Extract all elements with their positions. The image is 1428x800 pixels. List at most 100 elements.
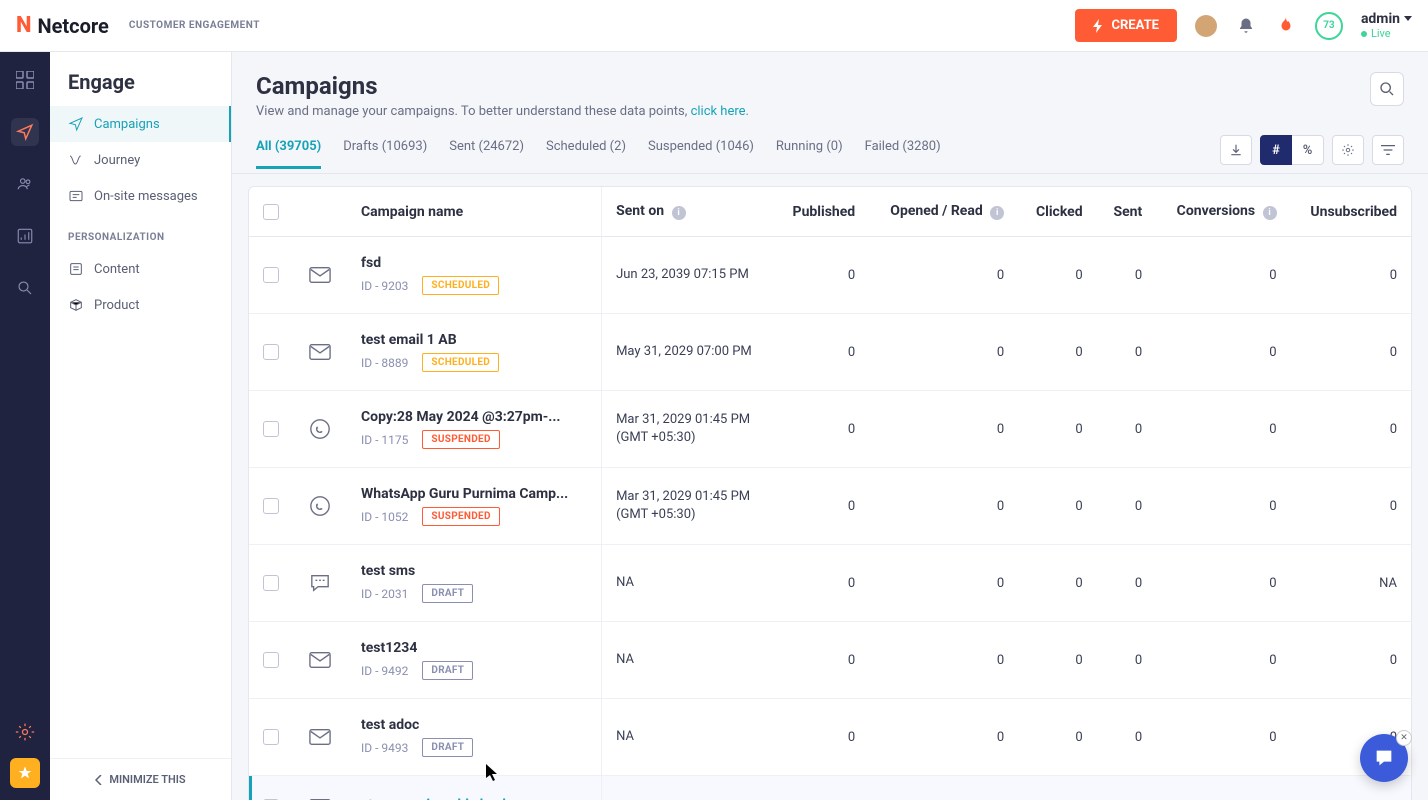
- flame-icon[interactable]: [1275, 15, 1297, 37]
- sidebar-item-product[interactable]: Product: [50, 287, 231, 323]
- campaign-id: ID - 9203: [361, 279, 408, 293]
- chat-icon: [1373, 747, 1395, 769]
- rail-settings[interactable]: [11, 718, 39, 746]
- avatar-icon[interactable]: [1195, 15, 1217, 37]
- lightning-icon: [1093, 19, 1103, 33]
- info-icon[interactable]: i: [1263, 206, 1277, 220]
- rail-star[interactable]: [10, 758, 40, 788]
- email-icon: [307, 339, 333, 365]
- tabs-row: All (39705) Drafts (10693) Sent (24672) Sch…: [232, 119, 1428, 174]
- col-clicked[interactable]: Clicked: [1018, 187, 1096, 237]
- status-dot-icon: [1361, 31, 1367, 37]
- score-badge[interactable]: 73: [1315, 12, 1343, 40]
- row-checkbox[interactable]: [263, 421, 279, 437]
- sent-on-value: May 31, 2029 07:00 PM: [616, 343, 760, 361]
- table-row[interactable]: test1234ID - 9492DRAFTNA000000: [249, 622, 1411, 699]
- tab-running[interactable]: Running (0): [776, 139, 843, 169]
- sidebar-item-journey[interactable]: Journey: [50, 142, 231, 178]
- col-unsubscribed[interactable]: Unsubscribed: [1291, 187, 1411, 237]
- settings-button[interactable]: [1332, 135, 1364, 165]
- sidebar-item-content[interactable]: Content: [50, 251, 231, 287]
- campaigns-table: Campaign name Sent on i Published Opened…: [248, 186, 1412, 800]
- campaign-name: WhatsApp Guru Purnima Camp...: [361, 486, 571, 502]
- table-row[interactable]: test adocID - 9493DRAFTNA000000: [249, 699, 1411, 776]
- download-button[interactable]: [1220, 135, 1252, 165]
- minimize-button[interactable]: MINIMIZE THIS: [50, 758, 231, 800]
- table-row[interactable]: sto campaign old check⋮Jul 24, 2024 11:1…: [249, 776, 1411, 800]
- row-checkbox[interactable]: [263, 267, 279, 283]
- status-badge: DRAFT: [422, 584, 473, 603]
- row-checkbox[interactable]: [263, 575, 279, 591]
- col-sent-on[interactable]: Sent on i: [602, 187, 774, 237]
- percent-toggle[interactable]: %: [1292, 135, 1324, 165]
- select-all-checkbox[interactable]: [263, 204, 279, 220]
- filter-button[interactable]: [1372, 135, 1404, 165]
- sent-value: 0: [1097, 545, 1157, 622]
- nav-icon: [68, 297, 84, 313]
- info-icon[interactable]: i: [672, 206, 686, 220]
- published-value: 0: [774, 314, 869, 391]
- unsub-value: 0: [1291, 314, 1411, 391]
- sidebar-item-on-site-messages[interactable]: On-site messages: [50, 178, 231, 214]
- help-link[interactable]: click here.: [691, 104, 749, 119]
- sidebar-section-label: PERSONALIZATION: [50, 214, 231, 251]
- row-checkbox[interactable]: [263, 652, 279, 668]
- tab-scheduled[interactable]: Scheduled (2): [546, 139, 626, 169]
- tab-suspended[interactable]: Suspended (1046): [648, 139, 754, 169]
- create-button[interactable]: CREATE: [1075, 9, 1176, 42]
- published-value: 3: [774, 776, 869, 800]
- bell-icon[interactable]: [1235, 15, 1257, 37]
- col-published[interactable]: Published: [774, 187, 869, 237]
- row-checkbox[interactable]: [263, 729, 279, 745]
- col-campaign-name[interactable]: Campaign name: [347, 187, 602, 237]
- published-value: 0: [774, 237, 869, 314]
- col-sent[interactable]: Sent: [1097, 187, 1157, 237]
- col-conversions[interactable]: Conversions i: [1156, 187, 1290, 237]
- logo[interactable]: N Netcore: [16, 13, 109, 38]
- tab-failed[interactable]: Failed (3280): [865, 139, 941, 169]
- table-row[interactable]: Copy:28 May 2024 @3:27pm-...ID - 1175SUS…: [249, 391, 1411, 468]
- clicked-value: 0: [1018, 314, 1096, 391]
- opened-value: 0: [869, 622, 1018, 699]
- unsub-value: 0: [1291, 622, 1411, 699]
- row-checkbox[interactable]: [263, 344, 279, 360]
- table-row[interactable]: test email 1 ABID - 8889SCHEDULEDMay 31,…: [249, 314, 1411, 391]
- conversions-value: 3: [1156, 776, 1290, 800]
- row-checkbox[interactable]: [263, 498, 279, 514]
- rail-dashboard[interactable]: [11, 66, 39, 94]
- sidebar: Engage CampaignsJourneyOn-site messages …: [50, 52, 232, 800]
- status-badge: DRAFT: [422, 738, 473, 757]
- count-toggle[interactable]: #: [1260, 135, 1292, 165]
- clicked-value: 0: [1018, 776, 1096, 800]
- rail-engage[interactable]: [11, 118, 39, 146]
- rail-reports[interactable]: [11, 222, 39, 250]
- status-badge: SCHEDULED: [422, 276, 499, 295]
- table-row[interactable]: test smsID - 2031DRAFTNA00000NA: [249, 545, 1411, 622]
- sent-value: 0: [1097, 622, 1157, 699]
- sidebar-item-campaigns[interactable]: Campaigns: [50, 106, 231, 142]
- email-icon: [307, 647, 333, 673]
- conversions-value: 0: [1156, 314, 1290, 391]
- tab-sent[interactable]: Sent (24672): [449, 139, 524, 169]
- sent-on-value: Jun 23, 2039 07:15 PM: [616, 266, 760, 284]
- col-opened[interactable]: Opened / Read i: [869, 187, 1018, 237]
- sent-value: 0: [1097, 391, 1157, 468]
- tab-all[interactable]: All (39705): [256, 139, 321, 169]
- opened-value: 0: [869, 391, 1018, 468]
- sent-value: 3: [1097, 776, 1157, 800]
- info-icon[interactable]: i: [990, 206, 1004, 220]
- clicked-value: 0: [1018, 237, 1096, 314]
- unsub-value: 0: [1291, 391, 1411, 468]
- rail-search[interactable]: [11, 274, 39, 302]
- nav-label: Product: [94, 298, 139, 313]
- table-row[interactable]: fsdID - 9203SCHEDULEDJun 23, 2039 07:15 …: [249, 237, 1411, 314]
- tab-drafts[interactable]: Drafts (10693): [343, 139, 427, 169]
- conversions-value: 0: [1156, 391, 1290, 468]
- search-button[interactable]: [1370, 72, 1404, 106]
- chat-close-button[interactable]: ✕: [1396, 730, 1412, 746]
- rail-contacts[interactable]: [11, 170, 39, 198]
- chat-fab[interactable]: ✕: [1360, 734, 1408, 782]
- table-row[interactable]: WhatsApp Guru Purnima Camp...ID - 1052SU…: [249, 468, 1411, 545]
- sms-icon: [307, 570, 333, 596]
- user-menu[interactable]: admin Live: [1361, 11, 1412, 40]
